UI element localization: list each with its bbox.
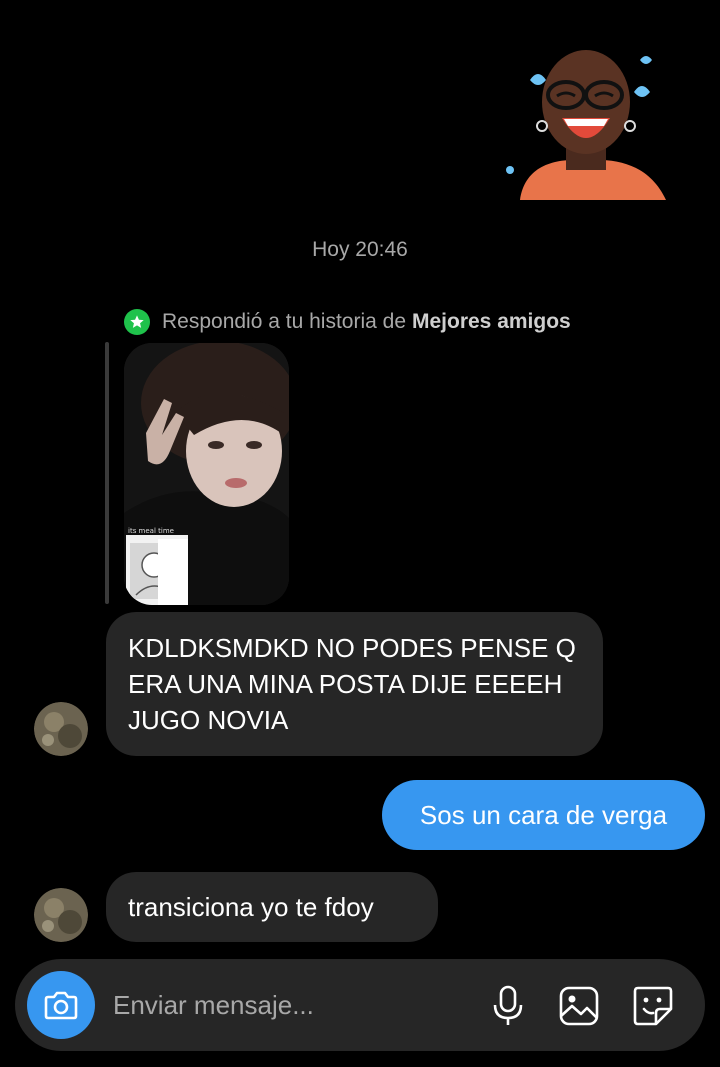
- contact-avatar[interactable]: [34, 702, 88, 756]
- message-input[interactable]: [113, 983, 473, 1027]
- image-icon: [559, 986, 599, 1026]
- incoming-message[interactable]: transiciona yo te fdoy: [106, 872, 438, 942]
- message-composer: [15, 959, 705, 1051]
- sticker-button[interactable]: [630, 983, 676, 1029]
- incoming-message[interactable]: KDLDKSMDKD NO PODES PENSE Q ERA UNA MINA…: [106, 612, 603, 756]
- reply-indicator-bar: [105, 342, 109, 604]
- camera-icon: [44, 991, 78, 1020]
- gallery-button[interactable]: [556, 983, 602, 1029]
- story-reply-label: Respondió a tu historia de Mejores amigo…: [124, 308, 571, 336]
- sticker-icon: [633, 986, 673, 1026]
- story-thumbnail[interactable]: its meal time: [124, 343, 289, 605]
- outgoing-message[interactable]: Sos un cara de verga: [382, 780, 705, 850]
- microphone-icon: [493, 985, 523, 1025]
- camera-button[interactable]: [27, 971, 95, 1039]
- laughing-emoji-sticker[interactable]: [500, 40, 672, 200]
- contact-avatar[interactable]: [34, 888, 88, 942]
- story-reply-audience: Mejores amigos: [412, 310, 571, 333]
- story-sticker-text: its meal time: [128, 527, 174, 535]
- story-reply-prefix: Respondió a tu historia de: [162, 310, 406, 333]
- message-timestamp: Hoy 20:46: [312, 238, 408, 261]
- best-friends-star-icon: [124, 309, 150, 335]
- voice-message-button[interactable]: [485, 983, 531, 1029]
